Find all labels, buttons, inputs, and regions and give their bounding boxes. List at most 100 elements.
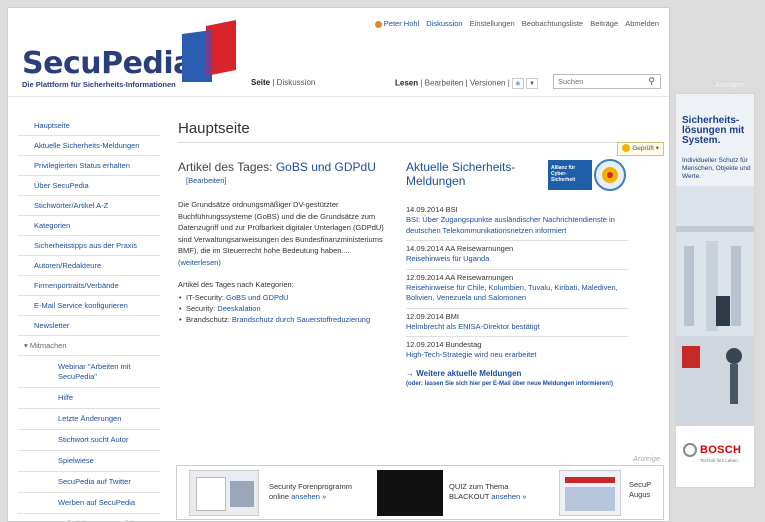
- news-item: 14.09.2014 BSI BSI: Über Zugangspunkte a…: [406, 202, 628, 241]
- sidebar-subitem-stichwort[interactable]: Stichwort sucht Autor: [18, 430, 160, 451]
- sidebar-subitem-webinar[interactable]: Webinar "Arbeiten mit SecuPedia": [18, 356, 160, 388]
- sidebar-item-autoren[interactable]: Autoren/Redakteure: [18, 256, 160, 276]
- right-ad-banner[interactable]: Sicherheits-lösungen mit System. Individ…: [675, 93, 755, 488]
- tab-discussion[interactable]: Diskussion: [277, 78, 316, 87]
- sidebar-nav: Hauptseite Aktuelle Sicherheits-Meldunge…: [18, 116, 160, 521]
- page-tabs: Seite | Diskussion: [251, 78, 315, 87]
- sidebar-item-about[interactable]: Über SecuPedia: [18, 176, 160, 196]
- building-photo: [676, 186, 754, 426]
- news-item: 12.09.2014 Bundestag High-Tech-Strategie…: [406, 337, 628, 365]
- cyber-alliance-logo[interactable]: Allianz für Cyber-Sicherheit: [548, 158, 626, 192]
- news-link[interactable]: Reisehinweise für Chile, Kolumbien, Tuva…: [406, 283, 628, 304]
- news-item: 12.09.2014 BMI Helmbrecht als ENISA-Dire…: [406, 309, 628, 337]
- ad-thumbnail-forum[interactable]: [189, 470, 259, 516]
- ad-link-quiz[interactable]: ansehen »: [491, 492, 526, 501]
- reviewed-icon: [622, 144, 631, 153]
- sidebar-subitem-werben[interactable]: Werben auf SecuPedia: [18, 493, 160, 514]
- sidebar-item-tipps[interactable]: Sicherheitstipps aus der Praxis: [18, 236, 160, 256]
- news-date: 14.09.2014 AA Reisewarnungen: [406, 244, 514, 253]
- category-link[interactable]: GoBS und GDPdU: [226, 293, 289, 302]
- news-date: 12.09.2014 BMI: [406, 311, 459, 321]
- right-ad-headline: Sicherheits-lösungen mit System.: [682, 115, 745, 146]
- news-link[interactable]: Helmbrecht als ENISA-Direktor bestätigt: [406, 322, 628, 333]
- logout-link[interactable]: Abmelden: [625, 19, 659, 28]
- ad-link-forum[interactable]: ansehen »: [291, 492, 326, 501]
- user-icon: [374, 20, 382, 28]
- edit-link[interactable]: [Bearbeiten]: [186, 176, 226, 185]
- news-item: 14.09.2014 AA Reisewarnungen Reisehinwei…: [406, 241, 628, 270]
- ad-text-secupedia: SecuP Augus: [629, 480, 651, 499]
- search-box: ⚲: [553, 74, 661, 89]
- user-link[interactable]: Peter Hohl: [384, 19, 419, 28]
- categories-heading: Artikel des Tages nach Kategorien:: [178, 280, 294, 289]
- more-actions-dropdown[interactable]: ▼: [526, 78, 539, 89]
- bosch-tagline: Technik fürs Leben: [700, 458, 738, 463]
- ad-label: Anzeige: [633, 454, 661, 463]
- news-date: 12.09.2014 AA Reisewarnungen: [406, 272, 514, 282]
- list-item: Brandschutz: Brandschutz durch Sauerstof…: [178, 314, 390, 325]
- right-ad-label: Anzeigen: [715, 82, 745, 89]
- sidebar-subitem-hilfe[interactable]: Hilfe: [18, 388, 160, 409]
- sidebar-subitem-twitter[interactable]: SecuPedia auf Twitter: [18, 472, 160, 493]
- ad-thumbnail-secupedia[interactable]: [559, 470, 621, 516]
- title-divider: [178, 142, 663, 143]
- page-title: Hauptseite: [178, 120, 250, 137]
- sidebar-item-status[interactable]: Privilegierten Status erhalten: [18, 156, 160, 176]
- ad-thumbnail-quiz[interactable]: [377, 470, 443, 516]
- logo-flag-icon: [182, 20, 236, 82]
- sidebar-item-az[interactable]: Stichwörter/Artikel A-Z: [18, 196, 160, 216]
- bottom-ad-banner[interactable]: Security Forenprogramm online ansehen » …: [176, 465, 664, 520]
- main-page: SecuPedia Die Plattform für Sicherheits-…: [7, 7, 670, 522]
- settings-link[interactable]: Einstellungen: [470, 19, 515, 28]
- user-links: Peter Hohl Diskussion Einstellungen Beob…: [370, 19, 659, 28]
- discussion-link[interactable]: Diskussion: [426, 19, 462, 28]
- bosch-logo-area[interactable]: BOSCH Technik fürs Leben: [676, 426, 754, 487]
- sidebar-item-firmen[interactable]: Firmenportraits/Verbände: [18, 276, 160, 296]
- sidebar-item-meldungen[interactable]: Aktuelle Sicherheits-Meldungen: [18, 136, 160, 156]
- sidebar-item-kategorien[interactable]: Kategorien: [18, 216, 160, 236]
- sidebar-subitem-spielwiese[interactable]: Spielwiese: [18, 451, 160, 472]
- categories-list: IT-Security: GoBS und GDPdU Security: De…: [178, 292, 390, 325]
- article-text: Die Grundsätze ordnungsmäßiger DV-gestüt…: [178, 200, 384, 267]
- tab-versions[interactable]: Versionen: [470, 79, 506, 88]
- contributions-link[interactable]: Beiträge: [590, 19, 618, 28]
- tab-separator: |: [272, 78, 275, 87]
- watch-star-icon[interactable]: ★: [512, 78, 525, 89]
- logo[interactable]: SecuPedia: [22, 46, 193, 81]
- search-icon[interactable]: ⚲: [648, 76, 655, 87]
- list-item: Security: Deeskalation: [178, 303, 390, 314]
- news-item: 12.09.2014 AA Reisewarnungen Reisehinwei…: [406, 270, 628, 309]
- news-heading: Aktuelle Sicherheits-Meldungen: [406, 160, 516, 188]
- news-link[interactable]: Reisehinweis für Uganda: [406, 254, 628, 265]
- sidebar-item-newsletter[interactable]: Newsletter: [18, 316, 160, 336]
- tab-edit[interactable]: Bearbeiten: [425, 79, 464, 88]
- category-link[interactable]: Deeskalation: [217, 304, 260, 313]
- right-ad-subline: Individueller Schutz für Menschen, Objek…: [682, 157, 751, 180]
- view-tabs: Lesen | Bearbeiten | Versionen | ★ ▼: [395, 78, 539, 89]
- category-link[interactable]: Brandschutz durch Sauerstoffreduzierung: [232, 315, 370, 324]
- header: SecuPedia Die Plattform für Sicherheits-…: [8, 8, 669, 96]
- bosch-brand: BOSCH: [700, 444, 742, 456]
- news-link[interactable]: High-Tech-Strategie wird neu erarbeitet: [406, 350, 628, 361]
- article-heading: Artikel des Tages: GoBS und GDPdU: [178, 160, 376, 174]
- reviewed-badge[interactable]: Geprüft ▾: [617, 142, 664, 156]
- cyber-alliance-logo-text: Allianz für Cyber-Sicherheit: [551, 165, 576, 183]
- sidebar-subitem-artikel[interactable]: Artikel des Tages auf Ihrer: [18, 514, 160, 521]
- bosch-emblem-icon: [683, 443, 697, 457]
- read-more-link[interactable]: (weiterlesen): [178, 258, 221, 267]
- tab-read[interactable]: Lesen: [395, 79, 418, 88]
- ad-text-forum: Security Forenprogramm online ansehen »: [269, 482, 352, 501]
- more-news-link[interactable]: → Weitere aktuelle Meldungen: [406, 369, 628, 378]
- sidebar-item-hauptseite[interactable]: Hauptseite: [18, 116, 160, 136]
- watchlist-link[interactable]: Beobachtungsliste: [522, 19, 583, 28]
- article-of-day: Artikel des Tages: GoBS und GDPdU [Bearb…: [178, 160, 390, 325]
- email-alert-link[interactable]: (oder: lassen Sie sich hier per E-Mail ü…: [406, 380, 628, 389]
- header-divider: [8, 96, 669, 97]
- tab-page[interactable]: Seite: [251, 78, 270, 87]
- news-date: 14.09.2014 BSI: [406, 205, 458, 214]
- sidebar-section-mitmachen[interactable]: ▾ Mitmachen: [18, 336, 160, 356]
- sidebar-subitem-changes[interactable]: Letzte Änderungen: [18, 409, 160, 430]
- news-link[interactable]: BSI: Über Zugangspunkte ausländischer Na…: [406, 215, 628, 236]
- search-input[interactable]: [554, 75, 644, 88]
- sidebar-item-email[interactable]: E-Mail Service konfigurieren: [18, 296, 160, 316]
